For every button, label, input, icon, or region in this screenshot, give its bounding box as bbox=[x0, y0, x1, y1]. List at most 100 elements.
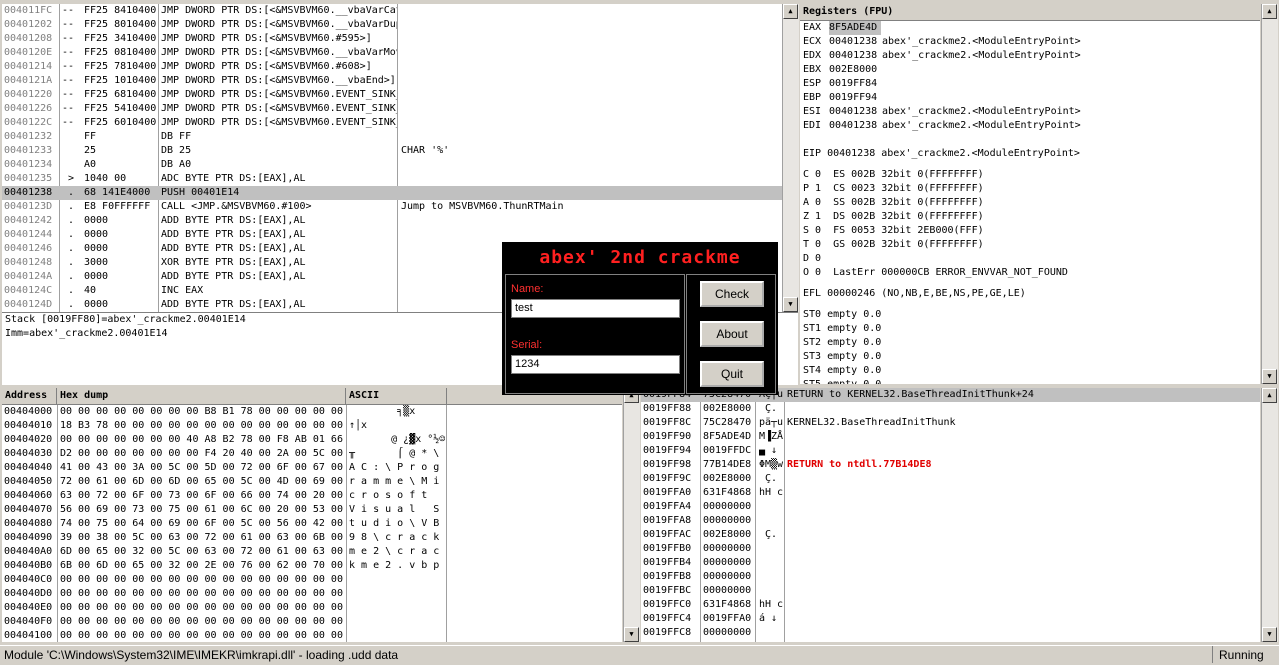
dump-ascii[interactable]: k m e 2 . v b p bbox=[349, 559, 445, 573]
dump-row[interactable]: 00404020 00 00 00 00 00 00 00 40 A8 B2 78… bbox=[2, 433, 622, 447]
register-row[interactable]: EBX 002E8000 bbox=[803, 63, 1258, 77]
flag-row[interactable]: C 0 ES 002B 32bit 0(FFFFFFFF) bbox=[803, 168, 1258, 182]
register-value[interactable]: 00401238 bbox=[829, 49, 881, 63]
dump-ascii[interactable]: m e 2 \ c r a c bbox=[349, 545, 445, 559]
fpu-row[interactable]: ST4 empty 0.0 bbox=[803, 364, 1258, 378]
dump-ascii[interactable]: ╥ ⌠ @ * \ bbox=[349, 447, 445, 461]
dump-ascii[interactable]: ↑│x bbox=[349, 419, 445, 433]
disasm-row[interactable]: 0040122C -- FF25 6010400(JMP DWORD PTR DS… bbox=[2, 116, 782, 130]
register-value[interactable]: 8F5ADE4D bbox=[829, 21, 881, 35]
register-value[interactable]: 0019FF94 bbox=[829, 91, 881, 105]
dump-ascii-header[interactable]: ASCII bbox=[346, 388, 447, 404]
fpu-row[interactable]: ST1 empty 0.0 bbox=[803, 322, 1258, 336]
stack-row[interactable]: 0019FF9C 002E8000 Ç. bbox=[641, 472, 1260, 486]
disasm-row[interactable]: 00401234 A0 DB A0 bbox=[2, 158, 782, 172]
registers-scrollbar[interactable]: ▲ ▼ bbox=[1261, 4, 1278, 384]
name-input[interactable]: test bbox=[511, 299, 680, 318]
stack-row[interactable]: 0019FF88 002E8000 Ç. bbox=[641, 402, 1260, 416]
disasm-row[interactable]: 00401233 25 DB 25 CHAR '%' bbox=[2, 144, 782, 158]
dump-ascii[interactable] bbox=[349, 587, 445, 601]
disasm-row[interactable]: 00401232 FF DB FF bbox=[2, 130, 782, 144]
disasm-row[interactable]: 00401214 -- FF25 7810400(JMP DWORD PTR DS… bbox=[2, 60, 782, 74]
register-value[interactable]: 002E8000 bbox=[829, 63, 881, 77]
dump-ascii[interactable] bbox=[349, 629, 445, 642]
disasm-row[interactable]: 00401244 . 0000 ADD BYTE PTR DS:[EAX],AL bbox=[2, 228, 782, 242]
dump-hex[interactable]: 00 00 00 00 00 00 00 00 00 00 00 00 00 0… bbox=[60, 587, 345, 601]
register-row[interactable]: ESI 00401238 abex'_crackme2.<ModuleEntryPo… bbox=[803, 105, 1258, 119]
dump-ascii[interactable]: r a m m e \ M i bbox=[349, 475, 445, 489]
dump-hex[interactable]: 00 00 00 00 00 00 00 00 00 00 00 00 00 0… bbox=[60, 615, 345, 629]
disasm-row[interactable]: 00401202 -- FF25 8010400(JMP DWORD PTR DS… bbox=[2, 18, 782, 32]
disasm-row[interactable]: 0040123D . E8 F0FFFFFF CALL <JMP.&MSVBVM6… bbox=[2, 200, 782, 214]
register-value[interactable]: 00401238 bbox=[829, 35, 881, 49]
dump-row[interactable]: 004040B0 6B 00 6D 00 65 00 32 00 2E 00 76… bbox=[2, 559, 622, 573]
dump-hex[interactable]: 18 B3 78 00 00 00 00 00 00 00 00 00 00 0… bbox=[60, 419, 345, 433]
scroll-down-icon[interactable]: ▼ bbox=[1262, 627, 1277, 642]
registers-pane[interactable]: Registers (FPU) EAX 8F5ADE4D ECX 00401238 ab… bbox=[800, 4, 1260, 384]
quit-button[interactable]: Quit bbox=[700, 361, 764, 387]
disasm-row[interactable]: 00401242 . 0000 ADD BYTE PTR DS:[EAX],AL bbox=[2, 214, 782, 228]
dump-hex-header[interactable]: Hex dump bbox=[57, 388, 346, 404]
dump-row[interactable]: 00404010 18 B3 78 00 00 00 00 00 00 00 00… bbox=[2, 419, 622, 433]
dump-row[interactable]: 004040F0 00 00 00 00 00 00 00 00 00 00 00… bbox=[2, 615, 622, 629]
scroll-down-icon[interactable]: ▼ bbox=[1262, 369, 1277, 384]
stack-row[interactable]: 0019FF8C 75C28470 pä┬u KERNEL32.BaseThreadI… bbox=[641, 416, 1260, 430]
dump-row[interactable]: 00404080 74 00 75 00 64 00 69 00 6F 00 5C… bbox=[2, 517, 622, 531]
scroll-up-icon[interactable]: ▲ bbox=[783, 4, 798, 19]
register-value[interactable]: 0019FF84 bbox=[829, 77, 881, 91]
dump-ascii[interactable]: A C : \ P r o g bbox=[349, 461, 445, 475]
dump-ascii[interactable]: t u d i o \ V B bbox=[349, 517, 445, 531]
disassembly-scrollbar[interactable]: ▲ ▼ bbox=[782, 4, 799, 312]
disasm-row[interactable]: 00401238 . 68 141E4000 PUSH 00401E14 bbox=[2, 186, 782, 200]
eip-row[interactable]: EIP 00401238 abex'_crackme2.<ModuleEntry… bbox=[803, 147, 1258, 161]
stack-row[interactable]: 0019FF98 77B14DE8 ΦM▒w RETURN to ntdll.77B1… bbox=[641, 458, 1260, 472]
dump-hex[interactable]: 00 00 00 00 00 00 00 00 00 00 00 00 00 0… bbox=[60, 629, 345, 642]
fpu-row[interactable]: ST3 empty 0.0 bbox=[803, 350, 1258, 364]
dump-row[interactable]: 004040D0 00 00 00 00 00 00 00 00 00 00 00… bbox=[2, 587, 622, 601]
dump-hex[interactable]: 74 00 75 00 64 00 69 00 6F 00 5C 00 56 0… bbox=[60, 517, 345, 531]
flag-row[interactable]: S 0 FS 0053 32bit 2EB000(FFF) bbox=[803, 224, 1258, 238]
stack-pane[interactable]: 0019FF8475C28470ÄÇ┬uRETURN to KERNEL32.B… bbox=[641, 388, 1260, 642]
dump-hex[interactable]: 63 00 72 00 6F 00 73 00 6F 00 66 00 74 0… bbox=[60, 489, 345, 503]
dump-row[interactable]: 004040C0 00 00 00 00 00 00 00 00 00 00 00… bbox=[2, 573, 622, 587]
dump-ascii[interactable]: c r o s o f t bbox=[349, 489, 445, 503]
stack-row[interactable]: 0019FFB8 00000000 bbox=[641, 570, 1260, 584]
register-value[interactable]: 00401238 bbox=[829, 119, 881, 133]
dump-hex[interactable]: 6B 00 6D 00 65 00 32 00 2E 00 76 00 62 0… bbox=[60, 559, 345, 573]
disasm-row[interactable]: 00401226 -- FF25 5410400(JMP DWORD PTR DS… bbox=[2, 102, 782, 116]
scroll-up-icon[interactable]: ▲ bbox=[1262, 388, 1277, 403]
disasm-row[interactable]: 0040121A -- FF25 1010400(JMP DWORD PTR DS… bbox=[2, 74, 782, 88]
register-row[interactable]: EDX 00401238 abex'_crackme2.<ModuleEntryPo… bbox=[803, 49, 1258, 63]
about-button[interactable]: About bbox=[700, 321, 764, 347]
dump-row[interactable]: 00404030 D2 00 00 00 00 00 00 00 F4 20 40… bbox=[2, 447, 622, 461]
check-button[interactable]: Check bbox=[700, 281, 764, 307]
stack-row[interactable]: 0019FF94 0019FFDC ▄ ↓ bbox=[641, 444, 1260, 458]
disasm-row[interactable]: 00401220 -- FF25 6810400(JMP DWORD PTR DS… bbox=[2, 88, 782, 102]
flag-row[interactable]: A 0 SS 002B 32bit 0(FFFFFFFF) bbox=[803, 196, 1258, 210]
register-row[interactable]: EAX 8F5ADE4D bbox=[803, 21, 1258, 35]
disasm-row[interactable]: 00401208 -- FF25 3410400(JMP DWORD PTR DS… bbox=[2, 32, 782, 46]
dump-row[interactable]: 00404100 00 00 00 00 00 00 00 00 00 00 00… bbox=[2, 629, 622, 642]
dump-ascii[interactable]: 9 8 \ c r a c k bbox=[349, 531, 445, 545]
stack-row[interactable]: 0019FFA0 631F4868 hH c bbox=[641, 486, 1260, 500]
dump-hex[interactable]: 72 00 61 00 6D 00 6D 00 65 00 5C 00 4D 0… bbox=[60, 475, 345, 489]
register-row[interactable]: EDI 00401238 abex'_crackme2.<ModuleEntryPo… bbox=[803, 119, 1258, 133]
dump-hex[interactable]: 00 00 00 00 00 00 00 00 00 00 00 00 00 0… bbox=[60, 573, 345, 587]
fpu-row[interactable]: ST2 empty 0.0 bbox=[803, 336, 1258, 350]
dump-hex[interactable]: 00 00 00 00 00 00 00 40 A8 B2 78 00 F8 A… bbox=[60, 433, 345, 447]
dump-ascii[interactable]: V i s u a l S bbox=[349, 503, 445, 517]
dump-hex[interactable]: 00 00 00 00 00 00 00 00 00 00 00 00 00 0… bbox=[60, 601, 345, 615]
dump-scrollbar[interactable]: ▲ ▼ bbox=[623, 388, 640, 642]
flag-row[interactable]: Z 1 DS 002B 32bit 0(FFFFFFFF) bbox=[803, 210, 1258, 224]
dump-hex[interactable]: D2 00 00 00 00 00 00 00 F4 20 40 00 2A 0… bbox=[60, 447, 345, 461]
dump-row[interactable]: 004040E0 00 00 00 00 00 00 00 00 00 00 00… bbox=[2, 601, 622, 615]
stack-row[interactable]: 0019FFAC 002E8000 Ç. bbox=[641, 528, 1260, 542]
dump-ascii[interactable] bbox=[349, 573, 445, 587]
dump-hex[interactable]: 6D 00 65 00 32 00 5C 00 63 00 72 00 61 0… bbox=[60, 545, 345, 559]
dump-ascii[interactable] bbox=[349, 601, 445, 615]
dump-hex[interactable]: 56 00 69 00 73 00 75 00 61 00 6C 00 20 0… bbox=[60, 503, 345, 517]
stack-row[interactable]: 0019FFBC 00000000 bbox=[641, 584, 1260, 598]
dump-hex[interactable]: 00 00 00 00 00 00 00 00 B8 B1 78 00 00 0… bbox=[60, 405, 345, 419]
flag-row[interactable]: O 0 LastErr 000000CB ERROR_ENVVAR_NOT_FO… bbox=[803, 266, 1258, 280]
dump-ascii[interactable]: ╕▒x bbox=[349, 405, 445, 419]
